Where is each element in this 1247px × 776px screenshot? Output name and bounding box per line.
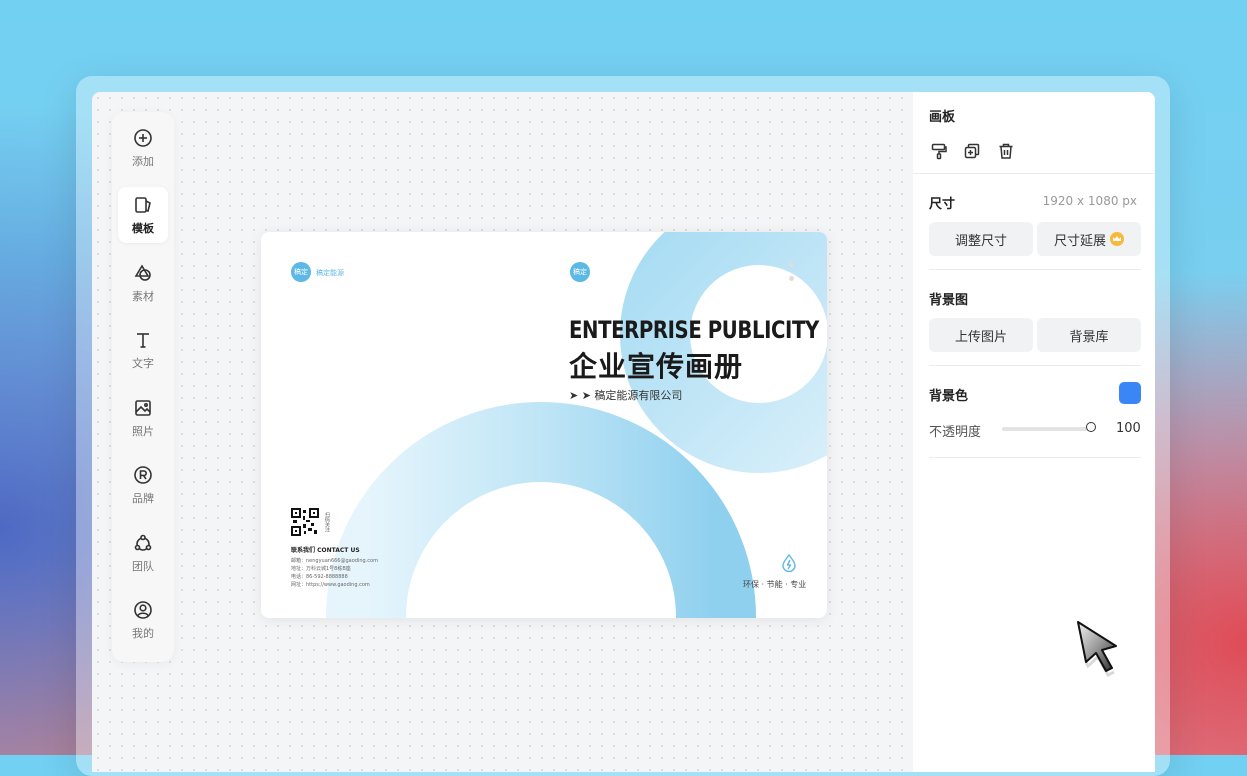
panel-divider	[929, 457, 1141, 458]
eco-drop-icon	[782, 554, 796, 572]
tool-brand-label: 品牌	[132, 492, 154, 505]
poster-company: ➤ ➤ 稿定能源有限公司	[569, 389, 683, 402]
contact-line: 电话：86-592-8888888	[291, 574, 348, 580]
background-library-label: 背景库	[1069, 329, 1109, 345]
bgimage-title: 背景图	[929, 293, 969, 308]
tool-template[interactable]: 模板	[118, 187, 168, 243]
contact-line: 地址：万科云城1号8栋B座	[291, 566, 351, 572]
format-brush-icon[interactable]	[930, 142, 948, 160]
text-t-icon	[137, 333, 149, 348]
user-icon	[134, 601, 152, 619]
tool-mine-label: 我的	[132, 627, 154, 640]
poster-title-cn: 企业宣传画册	[569, 350, 744, 383]
registered-icon	[134, 466, 152, 484]
tool-mine[interactable]: 我的	[118, 592, 168, 648]
contact-line: 邮箱：nengyuan666@gaoding.com	[291, 558, 378, 564]
qr-note: 扫码关注	[324, 512, 330, 532]
poster-title-en: ENTERPRISE PUBLICITY	[569, 316, 819, 344]
template-icon	[135, 197, 151, 213]
left-toolbar: 添加 模板 素材 文字 照片 品牌 团队 我的	[112, 112, 174, 662]
tool-photo-label: 照片	[132, 425, 154, 438]
tool-team-label: 团队	[132, 560, 154, 573]
bgcolor-swatch[interactable]	[1119, 382, 1141, 404]
mouse-cursor-icon	[1077, 621, 1117, 677]
poster-brand-text: 稿定能源	[316, 269, 344, 277]
shapes-icon	[134, 264, 151, 281]
contact-title: 联系我们 CONTACT US	[291, 547, 360, 554]
opacity-value: 100	[1116, 421, 1141, 436]
poster-logo-left: 稿定	[291, 262, 311, 282]
resize-button-label: 调整尺寸	[954, 233, 1007, 249]
tool-material-label: 素材	[132, 290, 154, 303]
plus-circle-icon	[134, 129, 152, 147]
poster-logo-center: 稿定	[570, 262, 590, 282]
tool-team[interactable]: 团队	[118, 525, 168, 581]
background-library-button[interactable]: 背景库	[1037, 318, 1141, 352]
panel-divider	[929, 269, 1141, 270]
duplicate-icon[interactable]	[963, 142, 981, 160]
resize-button[interactable]: 调整尺寸	[929, 222, 1033, 256]
size-value: 1920 x 1080 px	[1042, 194, 1137, 208]
tool-text[interactable]: 文字	[118, 322, 168, 378]
tool-text-label: 文字	[132, 357, 154, 370]
team-icon	[134, 534, 152, 551]
tool-template-label: 模板	[132, 222, 154, 235]
panel-divider	[929, 365, 1141, 366]
panel-divider	[913, 173, 1155, 174]
contact-line: 网址：https://www.gaoding.com	[291, 582, 370, 588]
tool-photo[interactable]: 照片	[118, 390, 168, 446]
editor-app: 添加 模板 素材 文字 照片 品牌 团队 我的 稿定 稿定能源 稿定 ENTER…	[92, 92, 1155, 772]
bgcolor-title: 背景色	[929, 389, 969, 404]
trash-icon[interactable]	[997, 142, 1015, 160]
upload-image-label: 上传图片	[954, 329, 1007, 345]
opacity-label: 不透明度	[929, 425, 982, 440]
crown-vip-icon	[1110, 232, 1124, 246]
size-title: 尺寸	[929, 197, 956, 212]
tool-add[interactable]: 添加	[118, 120, 168, 176]
poster-dots	[789, 262, 794, 290]
poster-canvas[interactable]: 稿定 稿定能源 稿定 ENTERPRISE PUBLICITY 企业宣传画册 ➤…	[261, 232, 827, 618]
tool-add-label: 添加	[132, 155, 154, 168]
opacity-slider-track[interactable]	[1002, 427, 1094, 431]
upload-image-button[interactable]: 上传图片	[929, 318, 1033, 352]
opacity-slider-handle[interactable]	[1086, 422, 1096, 432]
size-extend-button[interactable]: 尺寸延展	[1037, 222, 1141, 256]
board-title: 画板	[929, 110, 956, 125]
poster-slogan: 环保 · 节能 · 专业	[743, 580, 807, 589]
image-icon	[135, 400, 151, 416]
size-extend-label: 尺寸延展	[1053, 233, 1106, 249]
tool-material[interactable]: 素材	[118, 255, 168, 311]
qr-code-icon	[291, 508, 319, 536]
tool-brand[interactable]: 品牌	[118, 457, 168, 513]
